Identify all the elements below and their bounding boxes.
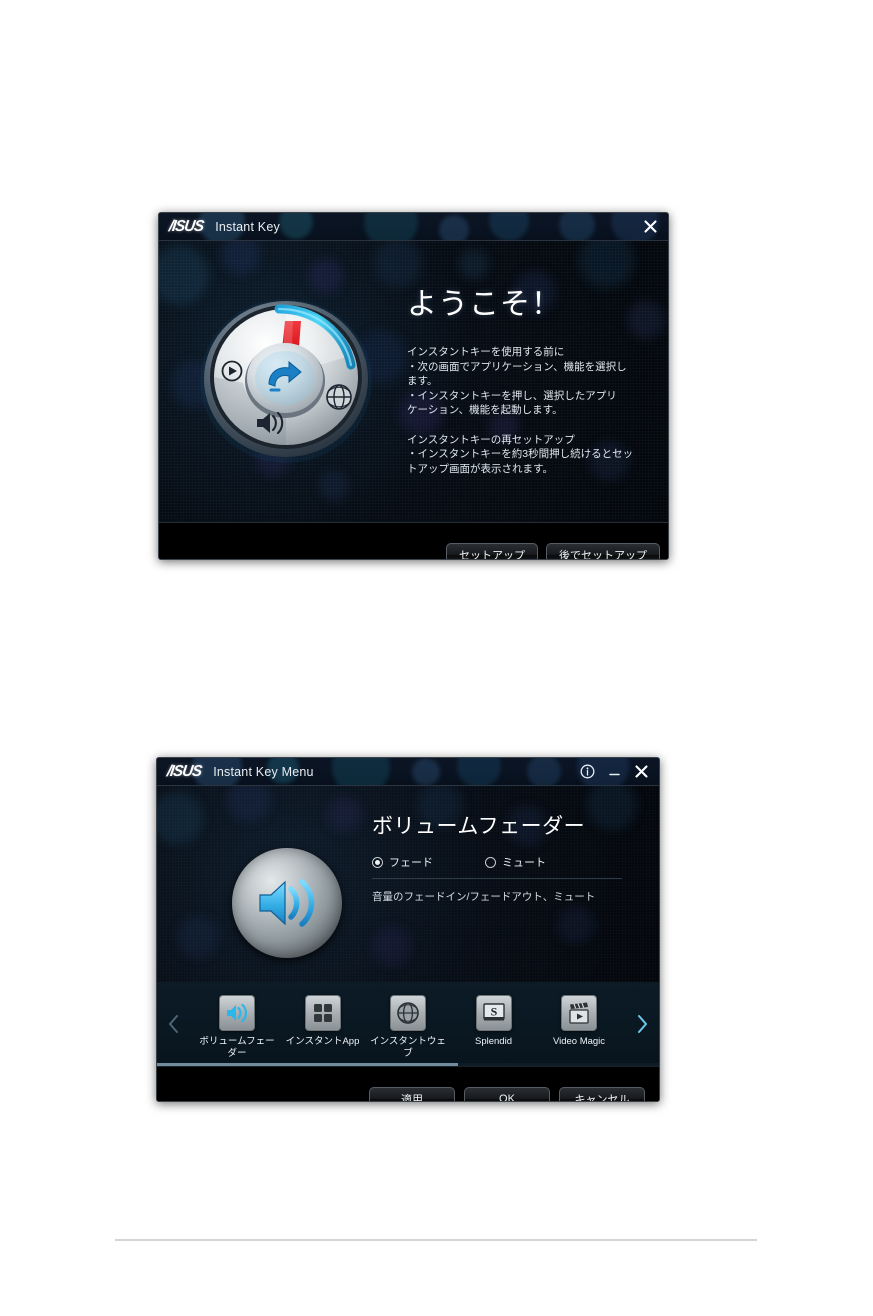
radio-mute[interactable]: ミュート xyxy=(485,854,546,870)
video-clapper-icon xyxy=(561,995,597,1031)
strip-items-list: ボリュームフェー ダー インスタントApp インスタントウェブ S Splend… xyxy=(191,989,625,1059)
welcome-section-1: インスタントキーを使用する前に ・次の画面でアプリケーション、機能を選択し ます… xyxy=(407,345,655,418)
page-footer-rule xyxy=(115,1239,757,1241)
instant-key-menu-dialog: /ISUS Instant Key Menu ボリュームフェーダー フェード ミ… xyxy=(156,757,660,1102)
radio-mute-indicator xyxy=(485,856,496,868)
chevron-left-icon[interactable] xyxy=(157,1013,191,1035)
setup-button[interactable]: セットアップ xyxy=(446,542,538,559)
section2-line1: ・インスタントキーを約3秒間押し続けるとセッ xyxy=(407,448,634,460)
feature-radio-group: フェード ミュート xyxy=(372,854,622,879)
welcome-text-block: ようこそ！ インスタントキーを使用する前に ・次の画面でアプリケーション、機能を… xyxy=(407,279,655,476)
section2-line2: トアップ画面が表示されます。 xyxy=(407,462,553,475)
asus-logo: /ISUS xyxy=(165,762,203,781)
strip-item-splendid[interactable]: S Splendid xyxy=(452,995,536,1048)
strip-item-instant-app[interactable]: インスタントApp xyxy=(281,995,365,1048)
section1-line4: ケーション、機能を起動します。 xyxy=(407,404,563,416)
cancel-button[interactable]: キャンセル xyxy=(559,1086,645,1101)
close-icon[interactable] xyxy=(634,764,649,779)
apply-button[interactable]: 適用 xyxy=(369,1086,455,1101)
feature-details: ボリュームフェーダー フェード ミュート 音量のフェードイン/フェードアウト、ミ… xyxy=(372,810,622,904)
feature-description: 音量のフェードイン/フェードアウト、ミュート xyxy=(372,891,596,903)
close-icon[interactable] xyxy=(643,219,658,234)
welcome-footer: セットアップ 後でセットアップ xyxy=(159,522,668,559)
menu-titlebar: /ISUS Instant Key Menu xyxy=(157,758,659,786)
section1-line3: ・インスタントキーを押し、選択したアプリ xyxy=(407,389,617,402)
section2-title: インスタントキーの再セットアップ xyxy=(407,433,575,446)
strip-item-volume-fader[interactable]: ボリュームフェー ダー xyxy=(195,995,279,1059)
splendid-monitor-icon: S xyxy=(475,995,512,1031)
apps-grid-icon xyxy=(304,995,341,1031)
setup-later-button[interactable]: 後でセットアップ xyxy=(546,542,660,559)
document-page: /ISUS Instant Key ようこそ！ インスタントキーを使用する前に … xyxy=(0,0,873,1316)
volume-fader-feature-icon xyxy=(232,848,342,958)
welcome-body: ようこそ！ インスタントキーを使用する前に ・次の画面でアプリケーション、機能を… xyxy=(159,241,668,522)
asus-logo: /ISUS xyxy=(167,217,205,236)
welcome-window-title: Instant Key xyxy=(215,219,280,234)
section1-line2: ます。 xyxy=(407,375,438,387)
speaker-icon xyxy=(219,995,255,1031)
globe-icon xyxy=(390,995,426,1031)
feature-icon-strip: ボリュームフェー ダー インスタントApp インスタントウェブ S Splend… xyxy=(157,982,659,1066)
strip-item-label: インスタントウェブ xyxy=(370,1036,446,1059)
section1-line1: ・次の画面でアプリケーション、機能を選択し xyxy=(407,360,627,373)
svg-text:S: S xyxy=(490,1005,497,1019)
speaker-icon xyxy=(259,879,315,927)
instant-key-dial-graphic xyxy=(193,287,379,469)
strip-item-label: ボリュームフェー ダー xyxy=(199,1036,275,1059)
ok-button[interactable]: OK xyxy=(464,1086,550,1101)
instant-key-welcome-dialog: /ISUS Instant Key ようこそ！ インスタントキーを使用する前に … xyxy=(158,212,669,560)
strip-item-video-magic[interactable]: Video Magic xyxy=(537,995,621,1048)
strip-item-label: Video Magic xyxy=(552,1036,606,1047)
radio-fade-label: フェード xyxy=(389,857,433,869)
chevron-right-icon[interactable] xyxy=(625,1013,659,1035)
minimize-icon[interactable] xyxy=(607,764,622,779)
info-icon[interactable] xyxy=(580,764,595,779)
menu-feature-panel: ボリュームフェーダー フェード ミュート 音量のフェードイン/フェードアウト、ミ… xyxy=(157,786,659,982)
globe-icon xyxy=(326,384,352,410)
radio-fade[interactable]: フェード xyxy=(372,854,433,870)
strip-item-label: Splendid xyxy=(475,1036,512,1047)
section1-title: インスタントキーを使用する前に xyxy=(407,346,565,358)
menu-footer: 適用 OK キャンセル xyxy=(157,1066,659,1101)
strip-item-instant-web[interactable]: インスタントウェブ xyxy=(366,995,450,1059)
welcome-section-2: インスタントキーの再セットアップ ・インスタントキーを約3秒間押し続けるとセッ … xyxy=(407,433,655,477)
feature-title: ボリュームフェーダー xyxy=(372,815,586,838)
radio-mute-label: ミュート xyxy=(502,857,546,869)
radio-fade-indicator xyxy=(372,856,383,868)
menu-window-title: Instant Key Menu xyxy=(213,764,314,779)
welcome-titlebar: /ISUS Instant Key xyxy=(159,213,668,241)
strip-item-label: インスタントApp xyxy=(285,1036,360,1047)
welcome-heading: ようこそ！ xyxy=(407,288,562,321)
